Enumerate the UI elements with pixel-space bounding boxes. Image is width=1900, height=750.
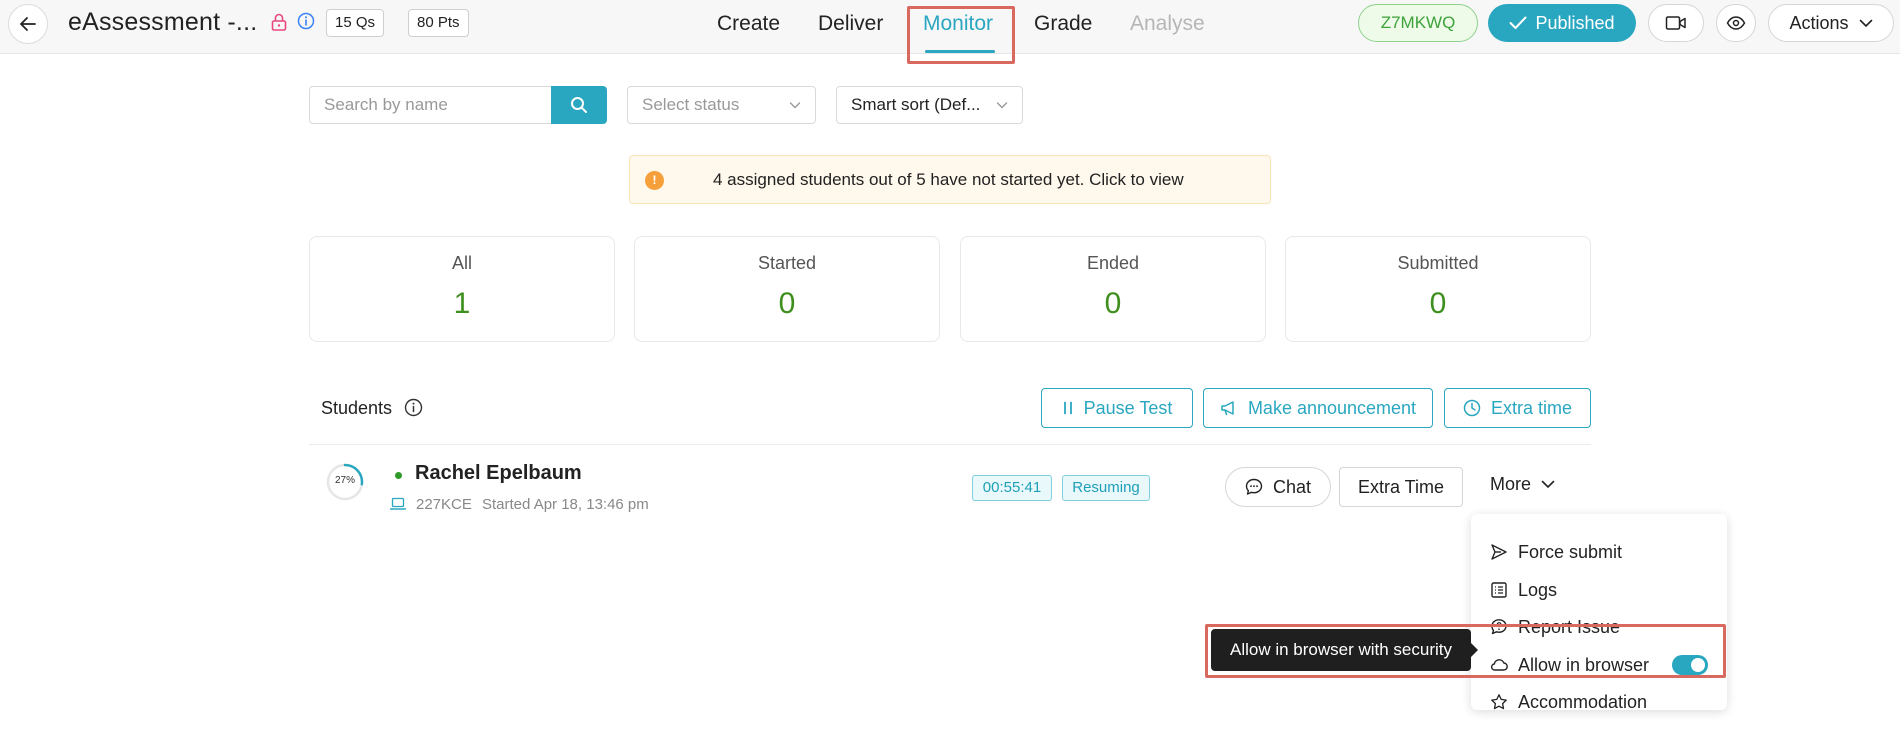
- access-code-badge[interactable]: Z7MKWQ: [1358, 4, 1478, 42]
- stat-label: All: [451, 253, 472, 273]
- arrow-left-icon: [20, 17, 36, 31]
- not-started-notice[interactable]: ! 4 assigned students out of 5 have not …: [629, 155, 1271, 204]
- extra-time-button[interactable]: Extra Time: [1339, 467, 1463, 507]
- tab-analyse: Analyse: [1130, 12, 1205, 35]
- chevron-down-icon: [996, 102, 1008, 109]
- chevron-down-icon: [789, 102, 801, 109]
- student-started-time: Started Apr 18, 13:46 pm: [482, 496, 649, 513]
- pause-test-label: Pause Test: [1083, 397, 1173, 418]
- search-icon: [571, 97, 587, 113]
- eye-icon: [1726, 16, 1746, 30]
- stat-card-all[interactable]: All 1: [309, 236, 615, 342]
- menu-label: Allow in browser: [1518, 654, 1650, 675]
- students-section-title: Students: [321, 398, 393, 418]
- more-label: More: [1490, 474, 1532, 494]
- back-button[interactable]: [8, 4, 48, 44]
- check-icon: [1509, 16, 1527, 29]
- tooltip-arrow: [1471, 643, 1478, 657]
- stat-value: 0: [1429, 287, 1447, 320]
- menu-item-report-issue[interactable]: Report Issue: [1471, 609, 1727, 645]
- status-select[interactable]: Select status: [627, 86, 816, 124]
- chat-bubble-icon: [1245, 478, 1263, 495]
- sort-select[interactable]: Smart sort (Def...: [836, 86, 1023, 124]
- more-button[interactable]: More: [1490, 474, 1555, 495]
- status-select-value: Select status: [642, 95, 740, 114]
- tab-create[interactable]: Create: [717, 12, 780, 36]
- send-icon: [1491, 544, 1507, 560]
- online-status-dot: [395, 472, 402, 479]
- student-code: 227KCE: [416, 496, 472, 513]
- chat-question-icon: [1491, 619, 1507, 635]
- tab-deliver[interactable]: Deliver: [818, 12, 883, 36]
- chat-label: Chat: [1272, 476, 1312, 497]
- published-label: Published: [1535, 12, 1615, 33]
- pause-test-button[interactable]: Pause Test: [1041, 388, 1193, 428]
- lock-icon: [271, 13, 287, 31]
- stat-label: Started: [757, 253, 817, 273]
- make-announcement-label: Make announcement: [1247, 397, 1417, 418]
- menu-item-allow-in-browser[interactable]: Allow in browser: [1471, 647, 1727, 683]
- questions-count-tag: 15 Qs: [326, 9, 385, 37]
- cloud-icon: [1490, 659, 1508, 671]
- chat-button[interactable]: Chat: [1225, 467, 1331, 507]
- sort-select-value: Smart sort (Def...: [851, 95, 981, 114]
- stat-label: Ended: [1086, 253, 1140, 273]
- menu-label: Accommodation: [1518, 691, 1648, 712]
- stat-card-submitted[interactable]: Submitted 0: [1285, 236, 1591, 342]
- preview-button[interactable]: [1716, 4, 1756, 42]
- info-icon[interactable]: [297, 12, 315, 30]
- more-menu: Force submit Logs Report Issue Allow in …: [1471, 514, 1727, 712]
- stat-value: 0: [778, 287, 796, 320]
- video-button[interactable]: [1648, 4, 1704, 42]
- pause-icon: [1063, 401, 1072, 415]
- video-camera-icon: [1665, 16, 1686, 30]
- stat-card-ended[interactable]: Ended 0: [960, 236, 1266, 342]
- make-announcement-button[interactable]: Make announcement: [1203, 388, 1433, 428]
- extra-time-all-button[interactable]: Extra time: [1444, 388, 1591, 428]
- menu-label: Force submit: [1518, 541, 1623, 562]
- stat-card-started[interactable]: Started 0: [634, 236, 940, 342]
- allow-in-browser-toggle[interactable]: [1672, 655, 1708, 675]
- menu-label: Logs: [1518, 579, 1558, 600]
- search-input[interactable]: Search by name: [309, 86, 551, 124]
- warning-icon: !: [645, 171, 664, 190]
- tooltip: Allow in browser with security: [1211, 629, 1471, 671]
- actions-label: Actions: [1789, 12, 1849, 33]
- timer-badge: 00:55:41: [972, 475, 1052, 501]
- stat-value: 1: [453, 287, 471, 320]
- star-icon: [1491, 694, 1507, 710]
- top-bar: eAssessment -... 15 Qs 80 Pts Create Del…: [0, 0, 1900, 54]
- laptop-icon: [390, 497, 406, 510]
- chevron-down-icon: [1859, 19, 1872, 27]
- list-icon: [1491, 582, 1507, 598]
- chevron-down-icon: [1541, 480, 1555, 489]
- stat-label: Submitted: [1397, 253, 1479, 273]
- published-button[interactable]: Published: [1488, 4, 1636, 42]
- stat-value: 0: [1104, 287, 1122, 320]
- student-name[interactable]: Rachel Epelbaum: [415, 462, 582, 485]
- menu-item-force-submit[interactable]: Force submit: [1471, 534, 1727, 570]
- menu-item-logs[interactable]: Logs: [1471, 572, 1727, 608]
- clock-icon: [1463, 399, 1481, 417]
- info-icon[interactable]: [404, 398, 423, 417]
- extra-time-all-label: Extra time: [1490, 397, 1573, 418]
- progress-percent: 27%: [334, 475, 355, 486]
- page-title: eAssessment -...: [68, 8, 258, 36]
- tab-grade[interactable]: Grade: [1034, 12, 1092, 36]
- status-badge: Resuming: [1062, 475, 1150, 501]
- menu-label: Report Issue: [1518, 616, 1621, 637]
- megaphone-icon: [1221, 401, 1234, 416]
- menu-item-accommodation[interactable]: Accommodation: [1471, 684, 1727, 720]
- search-button[interactable]: [551, 86, 607, 124]
- points-tag: 80 Pts: [408, 9, 469, 37]
- section-divider: [309, 444, 1591, 445]
- actions-button[interactable]: Actions: [1768, 4, 1894, 42]
- toggle-knob: [1691, 658, 1705, 672]
- active-tab-indicator: [925, 50, 995, 53]
- notice-text: 4 assigned students out of 5 have not st…: [713, 170, 1184, 189]
- tab-monitor[interactable]: Monitor: [923, 12, 993, 36]
